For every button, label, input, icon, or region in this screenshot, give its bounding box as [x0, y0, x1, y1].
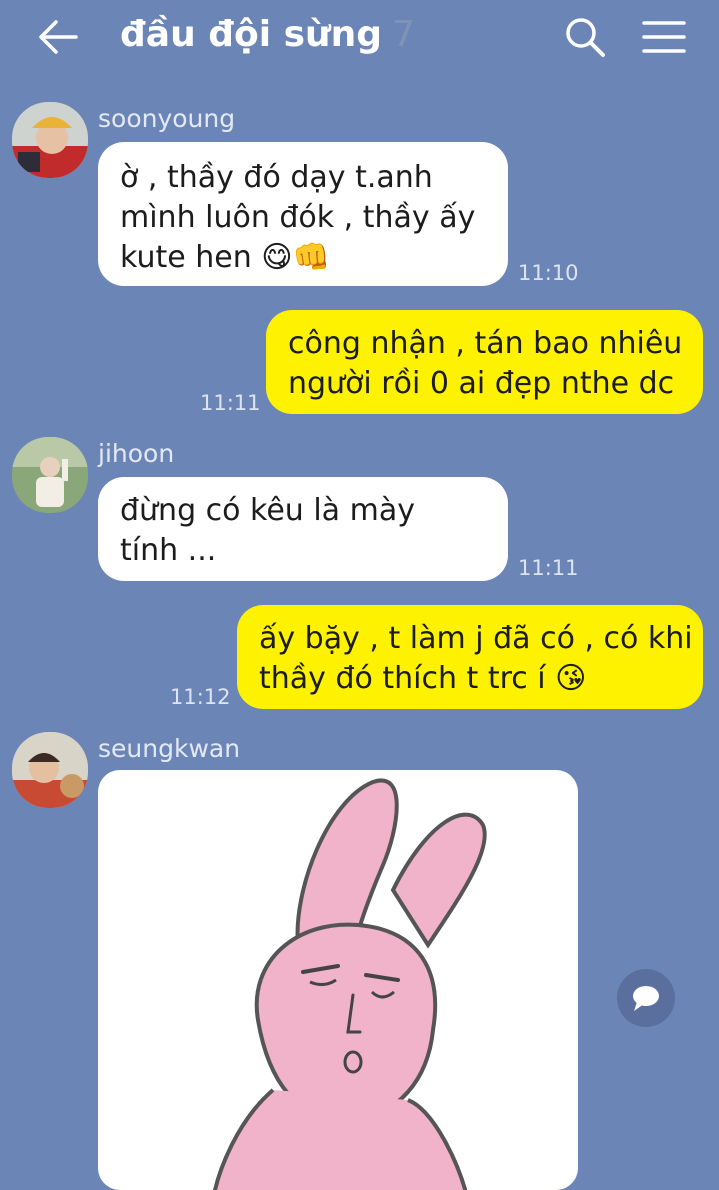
message-line: tính ...	[120, 533, 217, 568]
menu-icon[interactable]	[640, 18, 688, 56]
message-line: ấy bặy , t làm j đã có , có khi	[259, 621, 693, 656]
message-line: mình luôn đók , thầy ấy	[120, 200, 476, 235]
message-line: đừng có kêu là mày	[120, 493, 415, 528]
chat-header: đầu đội sừng 7	[0, 0, 719, 76]
message-bubble[interactable]: ấy bặy , t làm j đã có , có khi thầy đó …	[237, 605, 703, 709]
avatar-photo	[12, 102, 88, 178]
message-bubble[interactable]: ờ , thầy đó dạy t.anh mình luôn đók , th…	[98, 142, 508, 286]
avatar-seungkwan[interactable]	[12, 732, 88, 808]
message-bubble[interactable]: công nhận , tán bao nhiêu người rồi 0 ai…	[266, 310, 703, 414]
chat-title: đầu đội sừng 7	[120, 14, 415, 55]
avatar-soonyoung[interactable]	[12, 102, 88, 178]
message-time: 11:11	[200, 391, 261, 415]
rabbit-sticker-image	[213, 778, 487, 1190]
message-bubble[interactable]: đừng có kêu là mày tính ...	[98, 477, 508, 581]
message-time: 11:10	[518, 261, 579, 285]
message-line: ờ , thầy đó dạy t.anh	[120, 160, 433, 195]
message-time: 11:12	[170, 685, 231, 709]
avatar-photo	[12, 732, 88, 808]
sender-name: jihoon	[98, 439, 175, 468]
sticker-message[interactable]	[98, 770, 578, 1190]
message-line: thầy đó thích t trc í 😘	[259, 661, 587, 696]
search-icon[interactable]	[562, 14, 608, 60]
avatar-jihoon[interactable]	[12, 437, 88, 513]
avatar-photo	[12, 437, 88, 513]
chat-bubble-icon	[633, 986, 659, 1011]
message-line: người rồi 0 ai đẹp nthe dc	[288, 366, 675, 401]
back-arrow-icon[interactable]	[36, 18, 80, 56]
chat-title-text: đầu đội sừng	[120, 14, 383, 55]
floating-chat-button[interactable]	[617, 969, 675, 1027]
sender-name: seungkwan	[98, 734, 241, 763]
message-line: công nhận , tán bao nhiêu	[288, 326, 683, 361]
message-line: kute hen 😋👊	[120, 240, 330, 275]
sender-name: soonyoung	[98, 104, 236, 133]
member-count: 7	[392, 14, 415, 55]
message-time: 11:11	[518, 556, 579, 580]
